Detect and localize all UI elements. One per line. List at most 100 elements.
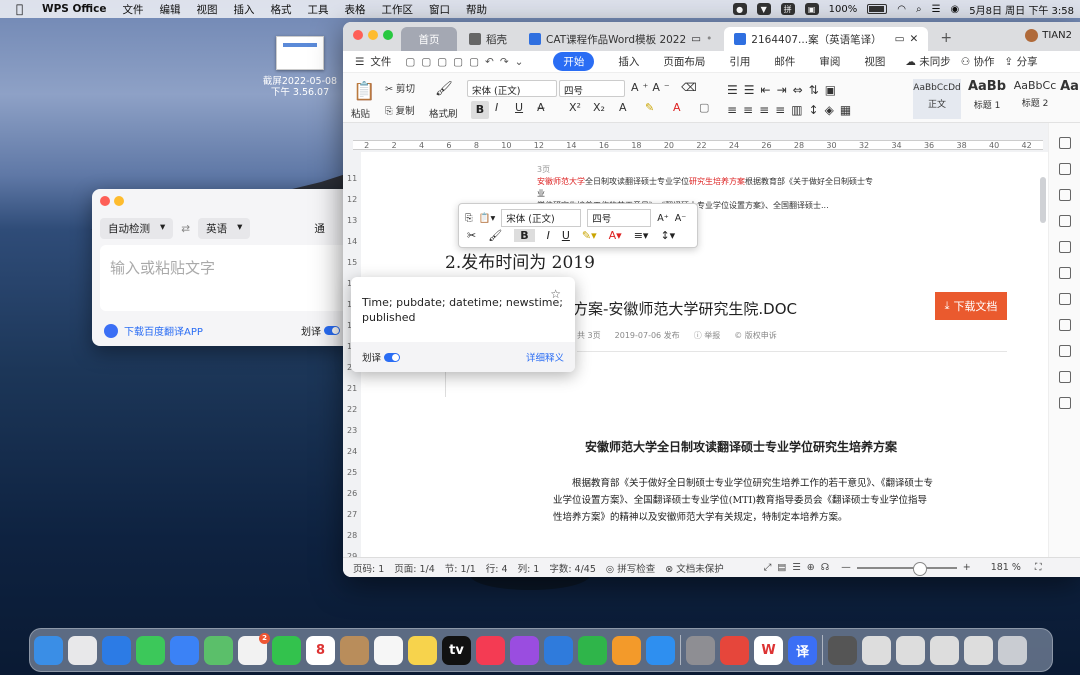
char-border-button[interactable]: ▢ bbox=[699, 101, 709, 114]
paste-button[interactable]: 粘贴 bbox=[351, 106, 370, 120]
tab-mail[interactable]: 邮件 bbox=[774, 54, 795, 69]
dock-preview-icon[interactable] bbox=[828, 635, 857, 665]
status-icon-1[interactable]: ● bbox=[732, 3, 747, 15]
zoom-button[interactable] bbox=[383, 30, 393, 40]
edit-icon[interactable] bbox=[1058, 215, 1071, 227]
dock-baidu-translate-icon[interactable]: 译 bbox=[788, 635, 817, 665]
mini-size-select[interactable]: 四号 bbox=[587, 209, 652, 227]
paragraph-list-icons[interactable]: ☰☰⇤⇥⇔⇅▣ bbox=[727, 83, 842, 97]
book-icon[interactable] bbox=[1058, 371, 1071, 383]
dock-keynote-icon[interactable] bbox=[544, 635, 573, 665]
dock-app-store-icon[interactable] bbox=[646, 635, 675, 665]
dock-trash-icon[interactable] bbox=[998, 635, 1027, 665]
font-color-button[interactable]: A bbox=[673, 101, 681, 114]
dock-calendar-icon[interactable]: 8 bbox=[306, 635, 335, 665]
tab-reference[interactable]: 引用 bbox=[729, 54, 750, 69]
align-icon[interactable]: ≡▾ bbox=[634, 229, 649, 242]
dock-pages-icon[interactable] bbox=[612, 635, 641, 665]
strikethrough-button[interactable]: A̶ bbox=[537, 101, 545, 114]
pen-icon[interactable] bbox=[1058, 137, 1071, 149]
dock-maps-icon[interactable] bbox=[204, 635, 233, 665]
dock-photos-icon[interactable]: 2 bbox=[238, 632, 270, 665]
target-language-select[interactable]: 英语 ▾ bbox=[198, 218, 251, 239]
tab-start[interactable]: 开始 bbox=[553, 52, 595, 71]
doc-protect-button[interactable]: ⊗ 文档未保护 bbox=[665, 561, 724, 575]
highlight-icon[interactable]: ✎▾ bbox=[582, 229, 597, 242]
style-more[interactable]: Aa bbox=[1059, 79, 1080, 119]
report-link[interactable]: ⓘ 举报 bbox=[694, 330, 721, 341]
menu-table[interactable]: 表格 bbox=[344, 2, 365, 17]
dock-window2-icon[interactable] bbox=[896, 635, 925, 665]
dock-chrome-icon[interactable] bbox=[720, 635, 749, 665]
format-painter-icon[interactable]: 🖌 bbox=[435, 81, 453, 97]
minimize-button[interactable] bbox=[368, 30, 378, 40]
menu-file-tab[interactable]: 文件 bbox=[370, 54, 391, 69]
detail-link[interactable]: 详细释义 bbox=[526, 350, 564, 364]
dock-window4-icon[interactable] bbox=[964, 635, 993, 665]
cursor-icon[interactable] bbox=[1058, 267, 1071, 279]
menu-edit[interactable]: 编辑 bbox=[159, 2, 180, 17]
shapes-icon[interactable] bbox=[1058, 163, 1071, 175]
underline-button[interactable]: U bbox=[562, 229, 570, 242]
underline-button[interactable]: U bbox=[515, 101, 523, 114]
dock-safari-icon[interactable] bbox=[102, 635, 131, 665]
table-icon[interactable] bbox=[1058, 397, 1071, 409]
format-painter-button[interactable]: 格式刷 bbox=[429, 106, 458, 120]
status-words[interactable]: 字数: 4/45 bbox=[549, 561, 596, 575]
highlight-button[interactable]: ✎ bbox=[645, 101, 654, 114]
clock[interactable]: 5月8日 周日 下午 3:58 bbox=[969, 2, 1074, 17]
tab-home[interactable]: 首页 bbox=[401, 27, 457, 51]
line-spacing-icon[interactable]: ↕▾ bbox=[660, 229, 675, 242]
font-color-icon[interactable]: A▾ bbox=[609, 229, 622, 242]
app-name-menu[interactable]: WPS Office bbox=[42, 3, 106, 15]
swap-icon[interactable]: ⇄ bbox=[181, 223, 190, 235]
paste-icon[interactable]: 📋 bbox=[353, 81, 375, 102]
dock-reminders-icon[interactable] bbox=[374, 635, 403, 665]
dock-podcasts-icon[interactable] bbox=[510, 635, 539, 665]
translate-input[interactable]: 输入或粘贴文字 bbox=[100, 245, 352, 311]
menu-workspace[interactable]: 工作区 bbox=[381, 2, 413, 17]
tab-insert[interactable]: 插入 bbox=[618, 54, 639, 69]
control-center-icon[interactable]: ☰ bbox=[932, 4, 941, 15]
menu-insert[interactable]: 插入 bbox=[233, 2, 254, 17]
tab-review[interactable]: 审阅 bbox=[819, 54, 840, 69]
style-normal[interactable]: AaBbCcDd 正文 bbox=[913, 79, 961, 119]
dock-window3-icon[interactable] bbox=[930, 635, 959, 665]
user-profile[interactable]: TIAN2 bbox=[1025, 29, 1072, 42]
select-translate-toggle[interactable] bbox=[324, 326, 340, 335]
style-heading2[interactable]: AaBbCc 标题 2 bbox=[1011, 79, 1059, 119]
download-app-link[interactable]: 下载百度翻译APP bbox=[124, 323, 203, 338]
dock-numbers-icon[interactable] bbox=[578, 635, 607, 665]
fit-page-icon[interactable]: ⛶ bbox=[1035, 562, 1042, 573]
status-page[interactable]: 页码: 1 bbox=[353, 561, 384, 575]
wifi-icon[interactable]: ◠ bbox=[897, 4, 906, 15]
dock-notes-icon[interactable] bbox=[408, 635, 437, 665]
quick-access-icons[interactable]: ▢▢▢▢▢↶↷⌄ bbox=[405, 56, 529, 68]
fill-icon[interactable] bbox=[1058, 189, 1071, 201]
history-icon[interactable] bbox=[1058, 345, 1071, 357]
tab-current-doc[interactable]: 2164407...案（英语笔译） ▭ ✕ bbox=[724, 27, 929, 51]
tab-page-layout[interactable]: 页面布局 bbox=[663, 54, 705, 69]
battery-icon[interactable] bbox=[867, 4, 888, 14]
dock-mail-icon[interactable] bbox=[170, 635, 199, 665]
zoom-level[interactable]: 181 % bbox=[991, 562, 1021, 573]
siri-icon[interactable]: ◉ bbox=[951, 4, 960, 15]
copy-icon[interactable]: ⎘ bbox=[465, 213, 473, 224]
share-button[interactable]: ⇪ 分享 bbox=[1005, 54, 1038, 69]
italic-button[interactable]: I bbox=[547, 229, 550, 242]
dock-finder-icon[interactable] bbox=[34, 635, 63, 665]
apple-icon[interactable]:  bbox=[16, 2, 30, 16]
mini-font-select[interactable]: 宋体 (正文) bbox=[501, 209, 582, 227]
shrink-font-icon[interactable]: A⁻ bbox=[675, 213, 687, 224]
desktop-screenshot-file[interactable]: 截屏2022-05-08 下午 3.56.07 bbox=[262, 36, 338, 98]
sliders-icon[interactable] bbox=[1058, 319, 1071, 331]
dock-system-preferences-icon[interactable] bbox=[686, 635, 715, 665]
cut-icon[interactable]: ✂ bbox=[467, 229, 476, 242]
dock-music-icon[interactable] bbox=[476, 635, 505, 665]
close-button[interactable] bbox=[353, 30, 363, 40]
copyright-link[interactable]: © 版权申诉 bbox=[734, 330, 777, 341]
cut-button[interactable]: ✂ 剪切 bbox=[385, 81, 415, 95]
subscript-button[interactable]: X₂ bbox=[593, 101, 605, 114]
hamburger-icon[interactable]: ☰ bbox=[355, 56, 364, 68]
tab-cat-template[interactable]: CAT课程作品Word模板 2022 ▭ • bbox=[519, 27, 722, 51]
